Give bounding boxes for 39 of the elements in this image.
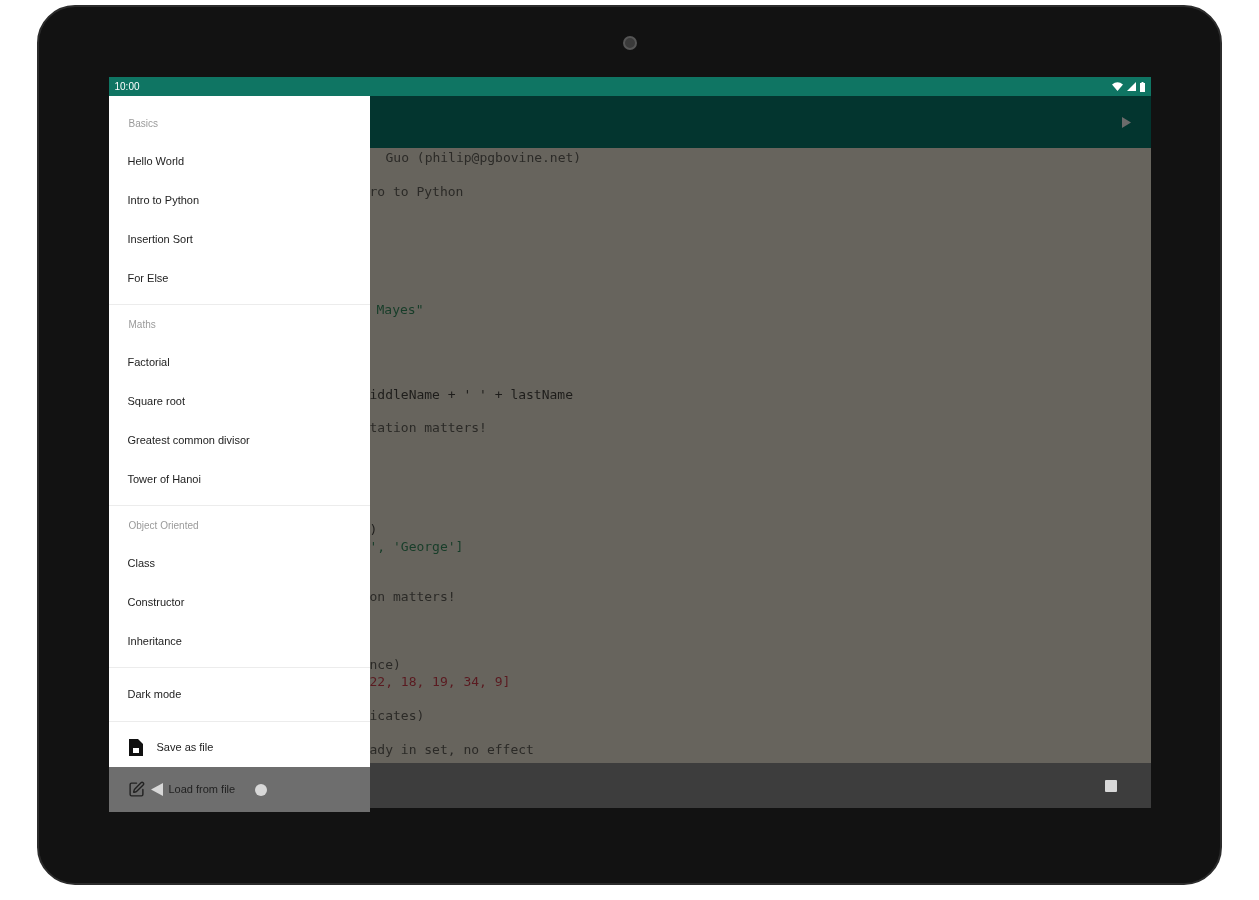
home-icon[interactable] xyxy=(255,783,268,796)
wifi-icon xyxy=(1111,82,1123,91)
drawer-item[interactable]: Intro to Python xyxy=(108,181,370,220)
recents-icon[interactable] xyxy=(1104,779,1117,792)
drawer-item[interactable]: Greatest common divisor xyxy=(108,421,370,460)
drawer-item[interactable]: Constructor xyxy=(108,583,370,622)
back-icon[interactable] xyxy=(150,783,163,796)
code-line: nce) xyxy=(369,656,401,673)
section-header: Object Oriented xyxy=(127,518,200,533)
camera-icon xyxy=(622,36,637,50)
code-line: iddleName + ' ' + lastName xyxy=(369,385,573,403)
drawer-item[interactable]: Class xyxy=(108,544,370,583)
code-line: ', 'George'] xyxy=(369,537,464,555)
drawer-item[interactable]: For Else xyxy=(108,259,370,298)
code-line: ) xyxy=(369,520,378,538)
drawer-action[interactable]: Save as file xyxy=(156,739,214,756)
drawer-item[interactable]: Hello World xyxy=(108,142,370,181)
code-line: ady in set, no effect xyxy=(369,740,534,758)
battery-icon xyxy=(1139,81,1145,92)
signal-icon xyxy=(1126,82,1136,91)
drawer-item[interactable]: Square root xyxy=(108,382,370,421)
code-line: ro to Python xyxy=(369,182,464,200)
drawer-item[interactable]: Factorial xyxy=(108,343,370,382)
section-header: Maths xyxy=(127,317,157,332)
code-line: Mayes" xyxy=(376,301,424,319)
file-icon xyxy=(128,739,143,756)
section-header: Basics xyxy=(127,116,159,131)
drawer-item[interactable]: Insertion Sort xyxy=(108,220,370,259)
status-time: 10:00 xyxy=(114,81,140,92)
code-line: tation matters! xyxy=(369,419,487,437)
code-line: Guo (philip@pgbovine.net) xyxy=(385,149,582,166)
code-line: 22, 18, 19, 34, 9] xyxy=(369,672,511,690)
code-line: on matters! xyxy=(369,588,456,606)
edit-icon xyxy=(127,781,145,798)
drawer-item[interactable]: Inheritance xyxy=(108,622,370,661)
code-line: icates) xyxy=(369,706,425,724)
play-icon[interactable] xyxy=(1121,116,1131,128)
drawer-item[interactable]: Tower of Hanoi xyxy=(108,460,370,499)
drawer-item[interactable]: Dark mode xyxy=(108,668,370,720)
